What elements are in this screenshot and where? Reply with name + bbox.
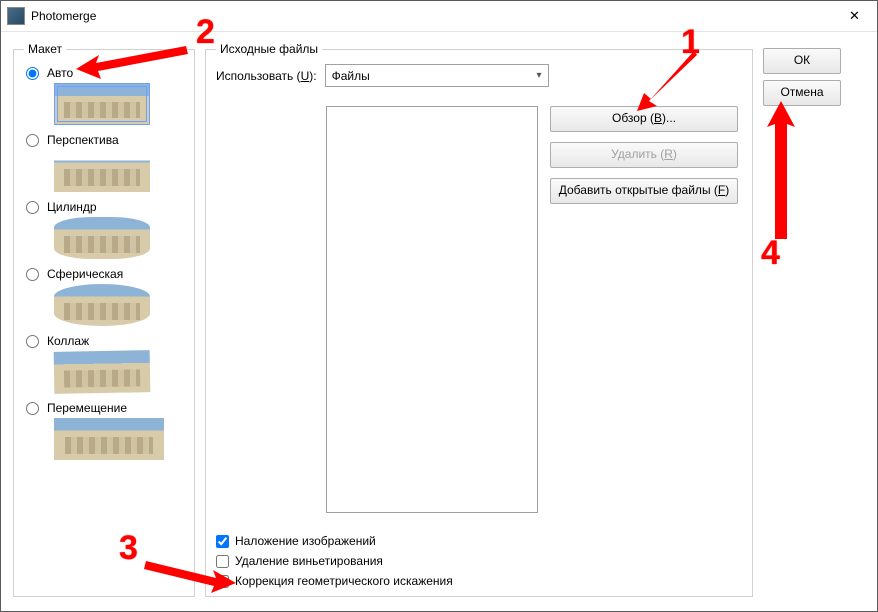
annotation-number-2: 2 xyxy=(196,13,215,52)
radio-cylindrical-input[interactable] xyxy=(26,201,39,214)
check-vignette-label: Удаление виньетирования xyxy=(235,554,383,568)
radio-cylindrical-label: Цилиндр xyxy=(47,200,97,214)
thumb-collage xyxy=(54,350,151,394)
thumb-auto xyxy=(54,83,150,125)
annotation-number-4: 4 xyxy=(761,234,780,273)
app-icon xyxy=(7,7,25,25)
check-geometric[interactable]: Коррекция геометрического искажения xyxy=(216,574,453,588)
thumb-reposition xyxy=(54,418,164,460)
thumb-cylindrical xyxy=(54,217,150,259)
radio-collage-input[interactable] xyxy=(26,335,39,348)
radio-perspective-input[interactable] xyxy=(26,134,39,147)
ok-button[interactable]: ОК xyxy=(763,48,841,74)
titlebar: Photomerge ✕ xyxy=(1,1,877,32)
check-vignette[interactable]: Удаление виньетирования xyxy=(216,554,453,568)
thumb-perspective xyxy=(54,150,150,192)
radio-reposition[interactable]: Перемещение xyxy=(26,401,184,415)
check-geometric-label: Коррекция геометрического искажения xyxy=(235,574,453,588)
radio-reposition-input[interactable] xyxy=(26,402,39,415)
radio-spherical[interactable]: Сферическая xyxy=(26,267,184,281)
layout-fieldset: Макет Авто Перспектива Цилиндр Сферическ… xyxy=(13,42,195,597)
radio-auto-input[interactable] xyxy=(26,67,39,80)
add-open-files-button[interactable]: Добавить открытые файлы (F) xyxy=(550,178,738,204)
radio-collage[interactable]: Коллаж xyxy=(26,334,184,348)
chevron-down-icon: ▾ xyxy=(537,70,542,81)
annotation-arrow-2 xyxy=(71,41,191,81)
radio-spherical-label: Сферическая xyxy=(47,267,123,281)
annotation-number-3: 3 xyxy=(119,529,138,568)
annotation-arrow-4 xyxy=(761,99,801,244)
radio-auto-label: Авто xyxy=(47,66,73,80)
source-fieldset: Исходные файлы Использовать (U): Файлы ▾… xyxy=(205,42,753,597)
radio-reposition-label: Перемещение xyxy=(47,401,127,415)
annotation-arrow-3 xyxy=(141,553,241,593)
close-icon[interactable]: ✕ xyxy=(832,1,877,31)
thumb-spherical xyxy=(54,284,150,326)
use-select-value: Файлы xyxy=(332,69,370,83)
radio-perspective[interactable]: Перспектива xyxy=(26,133,184,147)
radio-perspective-label: Перспектива xyxy=(47,133,119,147)
source-legend: Исходные файлы xyxy=(216,42,322,56)
radio-collage-label: Коллаж xyxy=(47,334,89,348)
annotation-number-1: 1 xyxy=(681,23,700,62)
window-title: Photomerge xyxy=(31,9,832,23)
radio-cylindrical[interactable]: Цилиндр xyxy=(26,200,184,214)
use-label: Использовать (U): xyxy=(216,69,317,83)
check-blend-input[interactable] xyxy=(216,535,229,548)
check-blend[interactable]: Наложение изображений xyxy=(216,534,453,548)
remove-button[interactable]: Удалить (R) xyxy=(550,142,738,168)
radio-spherical-input[interactable] xyxy=(26,268,39,281)
check-blend-label: Наложение изображений xyxy=(235,534,376,548)
layout-legend: Макет xyxy=(24,42,66,56)
file-list[interactable] xyxy=(326,106,538,513)
use-select[interactable]: Файлы ▾ xyxy=(325,64,549,87)
